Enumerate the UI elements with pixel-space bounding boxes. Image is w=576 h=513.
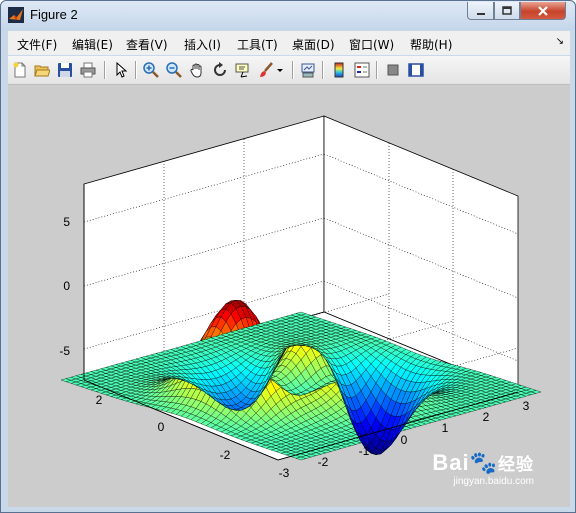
- zoom-out-button[interactable]: [164, 60, 184, 80]
- baidu-paw-icon: 🐾: [469, 450, 498, 475]
- x-tick-label: -1: [359, 444, 370, 458]
- x-tick-label: 3: [523, 399, 530, 413]
- rotate-3d-button[interactable]: [210, 60, 230, 80]
- minimize-button[interactable]: [467, 2, 494, 20]
- brush-dropdown[interactable]: [274, 60, 286, 80]
- edit-plot-button[interactable]: [111, 60, 131, 80]
- toolbar-separator: [322, 61, 324, 79]
- y-tick-label: 2: [96, 393, 103, 407]
- menu-help[interactable]: 帮助(H): [410, 36, 452, 53]
- show-plot-tools-icon: [408, 63, 424, 77]
- matlab-logo-icon: [8, 7, 24, 23]
- toolbar-separator: [292, 61, 294, 79]
- menu-insert[interactable]: 插入(I): [184, 36, 221, 53]
- dropdown-arrow-icon: [277, 69, 283, 72]
- dock-arrow-icon[interactable]: ↘: [556, 36, 564, 47]
- title-bar[interactable]: Figure 2: [1, 1, 575, 30]
- new-figure-icon: [13, 62, 26, 78]
- toolbar-separator: [376, 61, 378, 79]
- save-icon: [58, 63, 72, 77]
- rotate-3d-icon: [214, 62, 226, 76]
- x-tick-label: 2: [483, 410, 490, 424]
- watermark-brand2: 经验: [498, 455, 534, 474]
- pan-icon: [190, 63, 202, 78]
- menu-view[interactable]: 查看(V): [126, 36, 168, 53]
- x-tick-label: -2: [318, 455, 329, 469]
- hide-plot-tools-button[interactable]: [383, 60, 403, 80]
- colorbar-icon: [334, 62, 344, 78]
- data-cursor-icon: [235, 63, 249, 78]
- menu-window[interactable]: 窗口(W): [349, 36, 394, 53]
- brush-button[interactable]: [256, 60, 276, 80]
- new-figure-button[interactable]: [10, 60, 30, 80]
- y-tick-label: 0: [158, 420, 165, 434]
- menu-bar: 文件(F) 编辑(E) 查看(V) 插入(I) 工具(T) 桌面(D) 窗口(W…: [8, 31, 570, 55]
- link-plot-icon: [301, 63, 315, 78]
- show-plot-tools-button[interactable]: [406, 60, 426, 80]
- baidu-watermark: Bai🐾经验 jingyan.baidu.com: [432, 450, 534, 487]
- menu-tools[interactable]: 工具(T): [237, 36, 278, 53]
- z-tick-label: 5: [63, 215, 70, 229]
- zoom-in-icon: [143, 62, 159, 78]
- z-axis-ticks: 5 0 -5: [59, 215, 70, 358]
- watermark-brand: Bai: [432, 450, 470, 475]
- figure-canvas[interactable]: 5 0 -5 2 0 -2 -3 -2 -1 0 1 2 3 Bai🐾经验 ji…: [8, 85, 570, 507]
- toolbar-separator: [135, 61, 137, 79]
- open-file-button[interactable]: [32, 60, 52, 80]
- maximize-button[interactable]: [494, 2, 520, 20]
- x-tick-label: 0: [401, 433, 408, 447]
- legend-icon: [354, 62, 370, 78]
- link-plot-button[interactable]: [298, 60, 318, 80]
- close-button[interactable]: [520, 2, 566, 20]
- legend-button[interactable]: [352, 60, 372, 80]
- menu-desktop[interactable]: 桌面(D): [292, 36, 335, 53]
- edit-plot-icon: [116, 62, 128, 78]
- menu-edit[interactable]: 编辑(E): [72, 36, 113, 53]
- z-tick-label: 0: [63, 279, 70, 293]
- zoom-in-button[interactable]: [141, 60, 161, 80]
- watermark-url: jingyan.baidu.com: [453, 476, 534, 487]
- print-icon: [80, 62, 96, 78]
- colorbar-button[interactable]: [329, 60, 349, 80]
- restore-icon: [502, 5, 512, 15]
- brush-icon: [260, 62, 273, 77]
- figure-window: Figure 2 文件(F) 编辑(E) 查看(V) 插入(I) 工具(T) 桌…: [0, 0, 576, 513]
- hide-plot-tools-icon: [387, 64, 399, 76]
- y-tick-label: -2: [220, 448, 231, 462]
- z-tick-label: -5: [59, 344, 70, 358]
- window-title: Figure 2: [30, 7, 78, 22]
- surface-plot-axes[interactable]: 5 0 -5 2 0 -2 -3 -2 -1 0 1 2 3: [8, 85, 570, 507]
- close-icon: [538, 5, 548, 16]
- x-tick-label: 1: [442, 421, 449, 435]
- data-cursor-button[interactable]: [233, 60, 253, 80]
- print-button[interactable]: [78, 60, 98, 80]
- open-file-icon: [34, 65, 50, 77]
- minimize-icon: [476, 12, 485, 15]
- zoom-out-icon: [166, 62, 182, 78]
- toolbar: [8, 56, 570, 85]
- toolbar-separator: [104, 61, 106, 79]
- x-tick-label: -3: [279, 466, 290, 480]
- pan-button[interactable]: [187, 60, 207, 80]
- save-button[interactable]: [55, 60, 75, 80]
- menu-file[interactable]: 文件(F): [17, 36, 57, 53]
